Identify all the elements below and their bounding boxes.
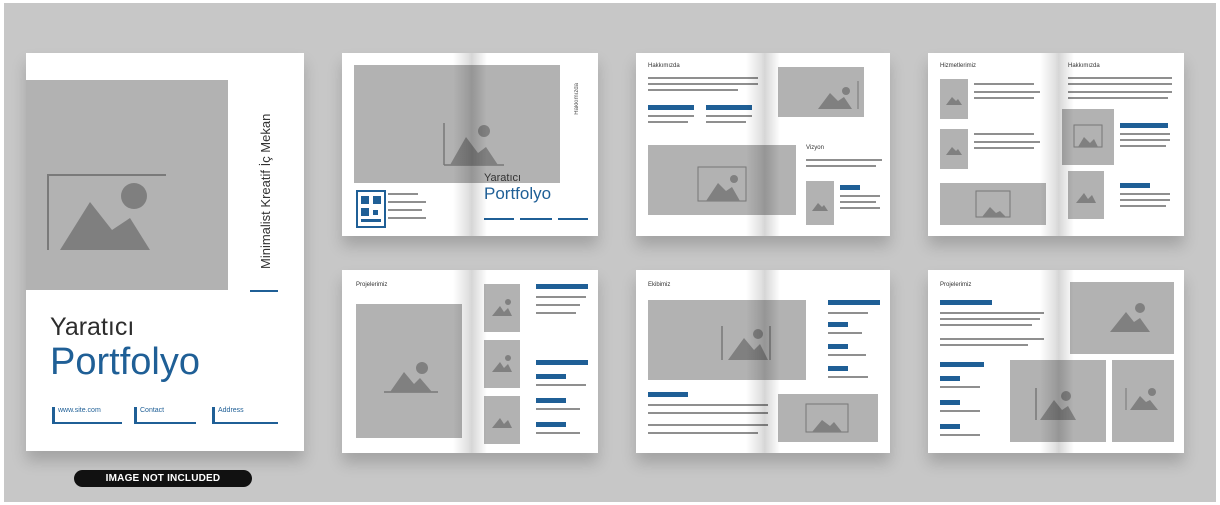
- cover-accent-line: [250, 290, 278, 292]
- cover-title-line2: Portfolyo: [50, 341, 200, 383]
- spread-6: Projelerimiz: [928, 270, 1184, 453]
- spread-3: Hizmetlerimiz Hakkımızda: [928, 53, 1184, 236]
- spread2-image-small: [806, 181, 834, 225]
- spread1-title-line2: Portfolyo: [484, 184, 552, 203]
- cover-chip-3: Address: [212, 407, 278, 424]
- spread-2: Hakkımızda Vizyon: [636, 53, 890, 236]
- cover-image-placeholder: [26, 80, 228, 290]
- mockup-stage: Minimalist Kreatif İç Mekan Yaratıcı Por…: [4, 3, 1216, 502]
- image-placeholder-icon: [47, 174, 166, 250]
- spread2-image-top: [778, 67, 864, 117]
- cover-page: Minimalist Kreatif İç Mekan Yaratıcı Por…: [26, 53, 304, 451]
- spread1-title-line1: Yaratıcı: [484, 172, 522, 184]
- spread2-image-main: [648, 145, 796, 215]
- spread-5: Ekibimiz: [636, 270, 890, 453]
- image-not-included-badge: IMAGE NOT INCLUDED: [74, 470, 252, 487]
- spread5-image-main: [648, 300, 806, 380]
- spread-1: Hakkımızda Yaratıcı Portfolyo: [342, 53, 598, 236]
- spread4-image: [356, 304, 462, 438]
- cover-vertical-title: Minimalist Kreatif İç Mekan: [258, 113, 273, 269]
- cover-chip-2: Contact: [134, 407, 196, 424]
- cover-title-line1: Yaratıcı: [50, 313, 135, 341]
- qr-code-icon: [356, 190, 386, 228]
- spread1-vertical-label: Hakkımızda: [574, 83, 580, 115]
- cover-chip-1: www.site.com: [52, 407, 122, 424]
- spread1-image: [354, 65, 560, 183]
- spread-4: Projelerimiz: [342, 270, 598, 453]
